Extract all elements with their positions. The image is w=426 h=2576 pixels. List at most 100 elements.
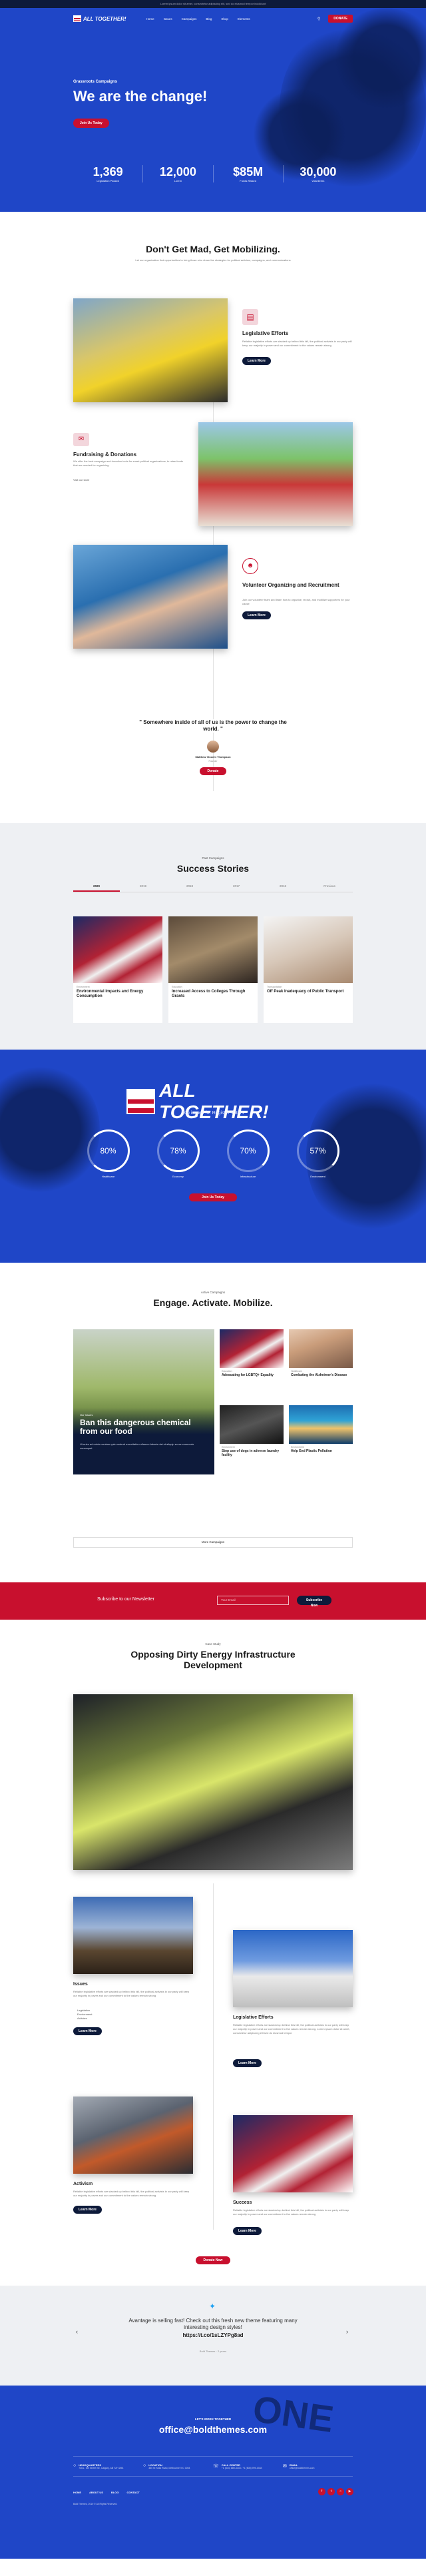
facebook-icon[interactable]: f bbox=[318, 2488, 325, 2495]
stat-number: 12,000 bbox=[159, 165, 196, 178]
case-text: Reliable legislative efforts are stacked… bbox=[73, 1990, 190, 1997]
story-title: Off Peak Inadequacy of Public Transport bbox=[267, 990, 344, 994]
story-category: Transportation bbox=[267, 986, 282, 988]
search-icon[interactable]: ⚲ bbox=[318, 17, 320, 21]
featured-category: Our Issues bbox=[80, 1413, 93, 1417]
footer-link[interactable]: HOME bbox=[73, 2491, 81, 2494]
email-field[interactable]: Your Email bbox=[217, 1596, 289, 1605]
case-title: Success bbox=[233, 2200, 252, 2205]
nav-item-blog[interactable]: Blog bbox=[206, 17, 212, 21]
circle-stat: 57% Environment bbox=[296, 1129, 339, 1178]
hero-photo bbox=[73, 1694, 353, 1870]
learn-more-button[interactable]: Learn More bbox=[242, 357, 271, 365]
twitter-icon[interactable]: t bbox=[327, 2488, 335, 2495]
tab-2016[interactable]: 2016 bbox=[260, 884, 306, 892]
campaign-title: Stop use of dogs in adverse laundry faci… bbox=[222, 1449, 280, 1457]
campaign-card[interactable]: Environment Help End Plastic Pollution bbox=[289, 1405, 353, 1474]
subscribe-button[interactable]: Subscribe Now bbox=[297, 1596, 331, 1608]
twitter-icon: ✦ bbox=[209, 2302, 216, 2311]
more-campaigns-button[interactable]: More Campaigns bbox=[73, 1537, 353, 1548]
nav-item-shop[interactable]: Shop bbox=[221, 17, 228, 21]
nav-menu: Home Issues Campaigns Blog Shop Elements bbox=[146, 17, 250, 21]
store-link[interactable]: Visit our store bbox=[73, 478, 89, 482]
case-title: Activism bbox=[73, 2182, 93, 2186]
progress-ring: 78% bbox=[156, 1129, 200, 1172]
tab-2017[interactable]: 2017 bbox=[213, 884, 260, 892]
feature-text: Reliable legislative efforts are stacked… bbox=[242, 340, 352, 347]
footer-col-text: 380 St Kilda Road, Melbourne VIC 3004 bbox=[148, 2467, 190, 2469]
phone-icon: ☏ bbox=[213, 2464, 219, 2469]
feature-title: Volunteer Organizing and Recruitment bbox=[242, 582, 339, 588]
section-eyebrow: Case Study bbox=[205, 1642, 221, 1646]
circle-label: Environment bbox=[310, 1175, 325, 1178]
nav-item-issues[interactable]: Issues bbox=[164, 17, 172, 21]
tweet-link[interactable]: https://t.co/1sLZYPg8ad bbox=[120, 2332, 306, 2338]
tab-2019[interactable]: 2019 bbox=[120, 884, 166, 892]
section-title: Engage. Activate. Mobilize. bbox=[153, 1297, 273, 1308]
learn-more-button[interactable]: Learn More bbox=[73, 2206, 102, 2214]
campaign-title: Advocating for LGBTQ+ Equality bbox=[222, 1373, 274, 1377]
donate-now-button[interactable]: Donate Now bbox=[196, 2256, 230, 2264]
campaign-category: Healthcare bbox=[291, 1370, 302, 1373]
instagram-icon[interactable]: ○ bbox=[337, 2488, 344, 2495]
tab-2018[interactable]: 2018 bbox=[166, 884, 213, 892]
feature-title: Legislative Efforts bbox=[242, 330, 289, 336]
logo[interactable]: ALL TOGETHER! bbox=[73, 15, 126, 22]
footer-link[interactable]: CONTACT bbox=[126, 2491, 139, 2494]
donate-button[interactable]: DONATE bbox=[328, 15, 353, 23]
join-button[interactable]: Join Us Today bbox=[189, 1193, 237, 1201]
register-subtitle: Top issues for Register Voters bbox=[182, 1111, 244, 1116]
learn-more-button[interactable]: Learn More bbox=[233, 2059, 262, 2067]
mail-icon: ✉ bbox=[73, 433, 89, 446]
story-category: Environment bbox=[77, 986, 90, 988]
campaign-card[interactable]: Education Advocating for LGBTQ+ Equality bbox=[220, 1329, 284, 1399]
donate-button[interactable]: Donate bbox=[200, 767, 226, 775]
progress-ring: 57% bbox=[296, 1129, 339, 1172]
circle-label: Infrastructure bbox=[240, 1175, 256, 1178]
register-section: ALL TOGETHER! Top issues for Register Vo… bbox=[0, 1050, 426, 1263]
footer-col-text: 7361 - 6th Street SE, Calgary, AB T2H 2M… bbox=[79, 2467, 124, 2469]
hero-title: We are the change! bbox=[73, 88, 208, 105]
feature-text: We offer the best campaign and donation … bbox=[73, 460, 184, 467]
feature-title: Fundraising & Donations bbox=[73, 452, 137, 458]
youtube-icon[interactable]: ▶ bbox=[346, 2488, 353, 2495]
campaign-category: Environment bbox=[222, 1446, 235, 1449]
case-text: Reliable legislative efforts are stacked… bbox=[233, 2023, 350, 2035]
section-title: Success Stories bbox=[176, 863, 250, 874]
story-card[interactable]: Education Increased Access to Colleges T… bbox=[168, 916, 258, 1023]
section-eyebrow: Active Campaigns bbox=[200, 1291, 226, 1294]
learn-more-button[interactable]: Learn More bbox=[73, 2027, 102, 2035]
footer-email[interactable]: office@boldthemes.com bbox=[0, 2424, 426, 2435]
tab-2020[interactable]: 2020 bbox=[73, 884, 120, 892]
learn-more-button[interactable]: Learn More bbox=[242, 611, 271, 619]
document-icon: ▤ bbox=[242, 309, 258, 325]
join-button[interactable]: Join Us Today bbox=[73, 119, 109, 128]
footer-col-text: +1 (844) 889-3333 / +1 (808) 999-3333 bbox=[221, 2467, 262, 2469]
arrow-right-icon[interactable]: › bbox=[346, 2328, 348, 2335]
nav-item-home[interactable]: Home bbox=[146, 17, 154, 21]
case-title: Legislative Efforts bbox=[233, 2015, 274, 2020]
story-card[interactable]: Environment Environmental Impacts and En… bbox=[73, 916, 162, 1023]
section-eyebrow: Past Campaigns bbox=[202, 856, 224, 860]
footer: ONE LET'S WORK TOGETHER office@boldtheme… bbox=[0, 2386, 426, 2559]
case-study-section: Case Study Opposing Dirty Energy Infrast… bbox=[0, 1620, 426, 2286]
footer-link[interactable]: ABOUT US bbox=[89, 2491, 103, 2494]
campaign-card[interactable]: Healthcare Combating the Alzheimer's Dis… bbox=[289, 1329, 353, 1399]
copyright: Bold Themes, 2019 © All Rights Reserved. bbox=[73, 2503, 118, 2505]
case-title: Issues bbox=[73, 1982, 88, 1987]
tab-previous[interactable]: Previous bbox=[306, 884, 353, 892]
campaign-card[interactable]: Environment Stop use of dogs in adverse … bbox=[220, 1405, 284, 1474]
tweet-text: Avantage is selling fast! Check out this… bbox=[128, 2318, 298, 2330]
circle-stats: 80% Healthcare 78% Economy 70% Infrastru… bbox=[73, 1129, 353, 1178]
location-icon: ○ bbox=[73, 2463, 77, 2468]
nav-item-elements[interactable]: Elements bbox=[238, 17, 250, 21]
featured-campaign[interactable]: Our Issues Ban this dangerous chemical f… bbox=[73, 1329, 214, 1474]
arrow-left-icon[interactable]: ‹ bbox=[76, 2328, 78, 2335]
learn-more-button[interactable]: Learn More bbox=[233, 2227, 262, 2235]
story-card[interactable]: Transportation Off Peak Inadequacy of Pu… bbox=[264, 916, 353, 1023]
nav-item-campaigns[interactable]: Campaigns bbox=[182, 17, 197, 21]
stat-label: Volunteers bbox=[312, 179, 325, 182]
footer-col: ✉ EMAIL office@boldthemes.com bbox=[283, 2463, 353, 2469]
footer-columns: ○ HEADQUARTERS 7361 - 6th Street SE, Calg… bbox=[73, 2456, 353, 2477]
footer-link[interactable]: BLOG bbox=[111, 2491, 119, 2494]
